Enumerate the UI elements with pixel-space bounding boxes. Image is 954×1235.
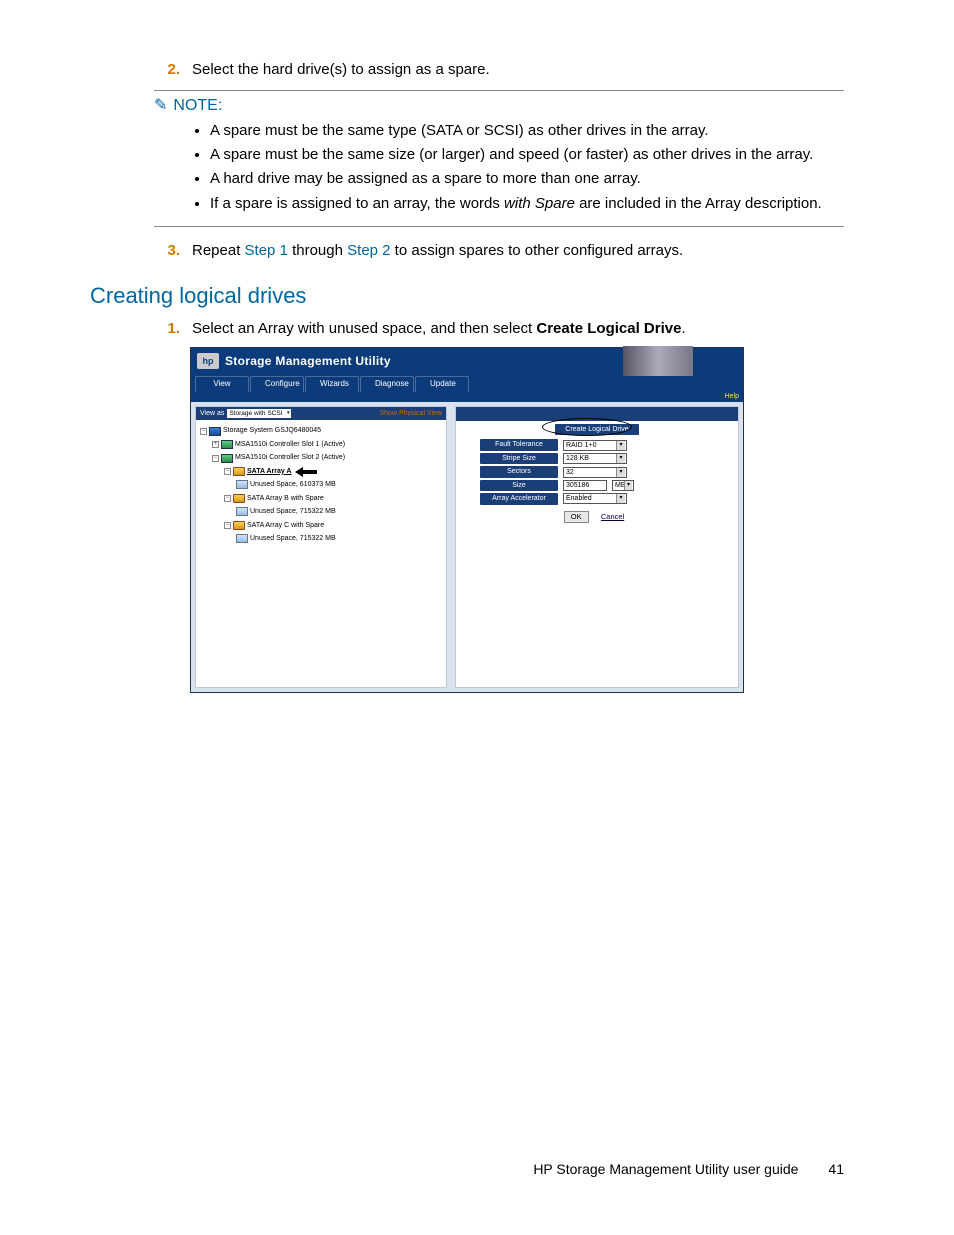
controller-icon: [221, 440, 233, 449]
cld-step-1-number: 1.: [154, 319, 192, 339]
fault-tolerance-label: Fault Tolerance: [480, 439, 558, 450]
tab-view[interactable]: View: [195, 376, 249, 392]
ok-button[interactable]: OK: [564, 511, 589, 523]
app-title: Storage Management Utility: [225, 353, 391, 369]
collapse-icon[interactable]: −: [224, 468, 231, 475]
step-2-link[interactable]: Step 2: [347, 242, 390, 259]
tab-wizards[interactable]: Wizards: [305, 376, 359, 392]
collapse-icon[interactable]: −: [224, 495, 231, 502]
tree-array-c-unused[interactable]: Unused Space, 715322 MB: [198, 532, 444, 545]
storage-system-icon: [209, 427, 221, 436]
callout-arrow-icon: [295, 468, 317, 476]
tree-controller-2[interactable]: − MSA1510i Controller Slot 2 (Active): [198, 451, 444, 464]
step-1-link[interactable]: Step 1: [245, 242, 288, 259]
stripe-size-select[interactable]: 128 KB: [563, 453, 627, 464]
note-bullet-3: A hard drive may be assigned as a spare …: [210, 169, 844, 189]
array-icon: [233, 494, 245, 503]
array-icon: [233, 521, 245, 530]
section-heading: Creating logical drives: [90, 281, 844, 311]
tree-array-b[interactable]: − SATA Array B with Spare: [198, 492, 444, 505]
cancel-button[interactable]: Cancel: [595, 512, 630, 524]
array-accelerator-label: Array Accelerator: [480, 493, 558, 504]
tree-array-a-unused[interactable]: Unused Space, 610373 MB: [198, 478, 444, 491]
controller-icon: [221, 454, 233, 463]
tree-array-a[interactable]: − SATA Array A: [198, 465, 444, 478]
tab-update[interactable]: Update: [415, 376, 469, 392]
tab-diagnose[interactable]: Diagnose: [360, 376, 414, 392]
unused-space-icon: [236, 507, 248, 516]
stripe-size-label: Stripe Size: [480, 453, 558, 464]
titlebar-image: [623, 346, 693, 376]
sectors-select[interactable]: 32: [563, 467, 627, 478]
viewas-select[interactable]: Storage with SCSI: [227, 409, 290, 418]
page-number: 41: [828, 1160, 844, 1179]
note-bullet-1: A spare must be the same type (SATA or S…: [210, 121, 844, 141]
cld-step-1-text: Select an Array with unused space, and t…: [192, 319, 844, 339]
step-2-text: Select the hard drive(s) to assign as a …: [192, 60, 844, 80]
note-box: ✎ NOTE: A spare must be the same type (S…: [154, 90, 844, 227]
tab-configure[interactable]: Configure: [250, 376, 304, 392]
array-accelerator-select[interactable]: Enabled: [563, 493, 627, 504]
size-unit-select[interactable]: MB: [612, 480, 634, 491]
unused-space-icon: [236, 534, 248, 543]
help-link[interactable]: Help: [725, 393, 739, 400]
expand-icon[interactable]: +: [212, 441, 219, 448]
tree-array-b-unused[interactable]: Unused Space, 715322 MB: [198, 505, 444, 518]
storage-utility-app: hp Storage Management Utility View Confi…: [190, 347, 744, 693]
array-icon: [233, 467, 245, 476]
create-logical-drive-button[interactable]: Create Logical Drive: [555, 424, 638, 435]
hp-logo-icon: hp: [197, 353, 219, 369]
size-input[interactable]: 305186: [563, 480, 607, 491]
note-bullet-4: If a spare is assigned to an array, the …: [210, 194, 844, 214]
unused-space-icon: [236, 480, 248, 489]
collapse-icon[interactable]: −: [200, 428, 207, 435]
tree-controller-1[interactable]: + MSA1510i Controller Slot 1 (Active): [198, 438, 444, 451]
tree-storage-system[interactable]: − Storage System GSJQ6480045: [198, 424, 444, 437]
step-3-number: 3.: [154, 241, 192, 261]
footer-title: HP Storage Management Utility user guide: [533, 1160, 798, 1179]
sectors-label: Sectors: [480, 466, 558, 477]
note-label: NOTE:: [173, 95, 222, 117]
note-bullet-2: A spare must be the same size (or larger…: [210, 145, 844, 165]
tree-panel: View as Storage with SCSI Show Physical …: [195, 406, 447, 688]
size-label: Size: [480, 480, 558, 491]
collapse-icon[interactable]: −: [224, 522, 231, 529]
fault-tolerance-select[interactable]: RAID 1+0: [563, 440, 627, 451]
viewas-label: View as: [200, 409, 224, 418]
app-titlebar: hp Storage Management Utility: [191, 348, 743, 374]
form-panel: Create Logical Drive Fault Tolerance RAI…: [455, 406, 739, 688]
note-icon: ✎: [154, 95, 167, 117]
tree-array-c[interactable]: − SATA Array C with Spare: [198, 519, 444, 532]
form-panel-header: [456, 407, 738, 421]
show-physical-view-link[interactable]: Show Physical View: [379, 409, 442, 418]
collapse-icon[interactable]: −: [212, 455, 219, 462]
step-3-text: Repeat Step 1 through Step 2 to assign s…: [192, 241, 844, 261]
step-2-number: 2.: [154, 60, 192, 80]
